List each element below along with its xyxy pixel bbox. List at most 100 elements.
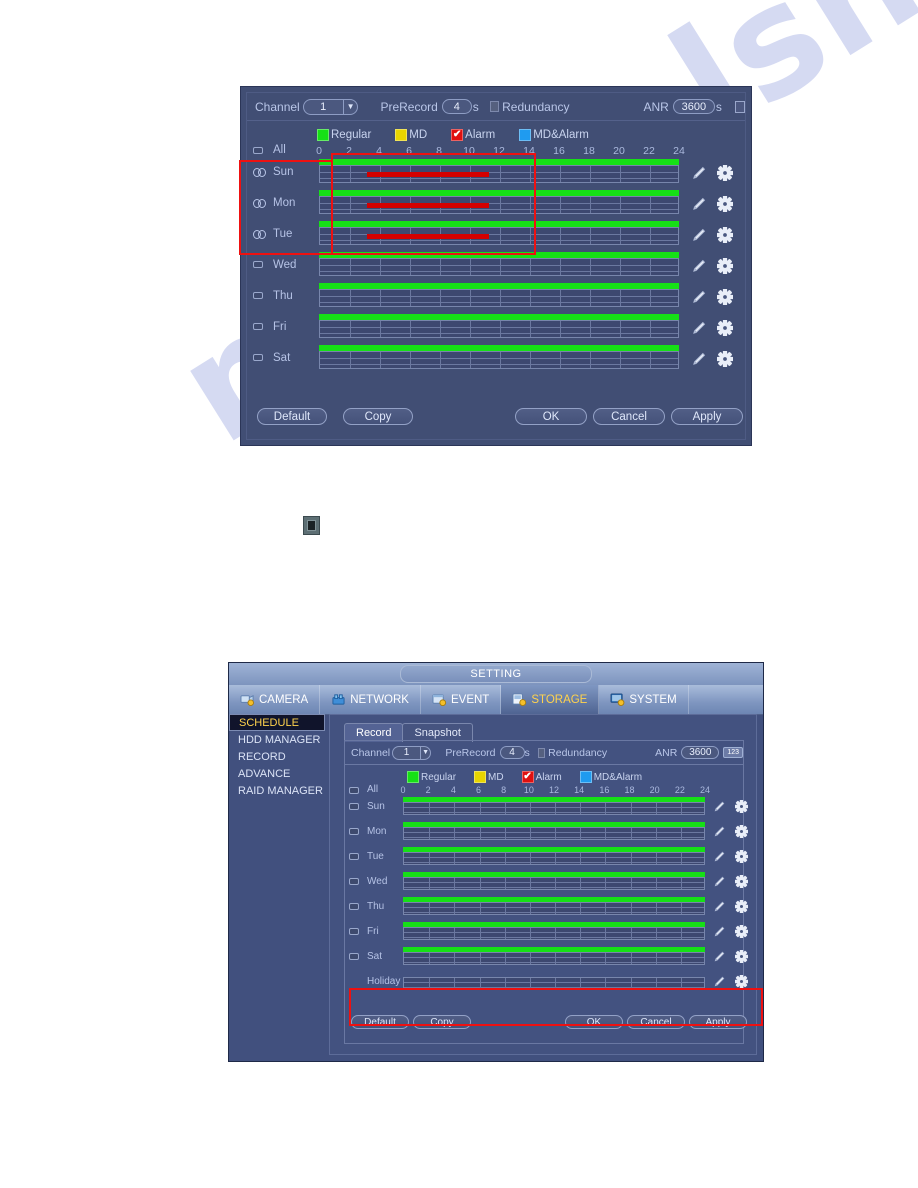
prerecord-input[interactable]: 4 [441, 99, 472, 114]
day-label: Wed [273, 259, 297, 271]
legend-item-md[interactable]: MD [395, 129, 427, 141]
legend-swatch-alarm-icon[interactable]: ✔ [521, 771, 534, 783]
redundancy-checkbox-2[interactable] [537, 747, 546, 758]
edit-pen-icon[interactable] [713, 876, 728, 891]
all-checkbox-icon[interactable] [253, 147, 263, 154]
edit-pen-icon[interactable] [691, 197, 706, 212]
legend-item-regular[interactable]: Regular [407, 771, 456, 783]
day-timeline-track[interactable] [319, 289, 679, 307]
legend-item-alarm[interactable]: ✔ Alarm [451, 129, 495, 141]
day-label: Fri [367, 925, 379, 937]
settings-gear-icon[interactable] [734, 799, 751, 816]
day-checkbox-icon[interactable] [253, 292, 263, 299]
edit-pen-icon[interactable] [691, 259, 706, 274]
edit-pen-icon[interactable] [713, 901, 728, 916]
legend-swatch-md-icon[interactable] [395, 129, 408, 141]
legend-swatch-regular-icon[interactable] [317, 129, 329, 141]
day-checkbox-icon[interactable] [349, 802, 359, 810]
day-timeline-track[interactable] [319, 258, 679, 276]
settings-gear-icon[interactable] [716, 257, 734, 275]
anr-keypad-icon[interactable]: 123 [723, 747, 743, 758]
edit-pen-icon[interactable] [691, 228, 706, 243]
settings-gear-icon[interactable] [716, 226, 734, 244]
edit-pen-icon[interactable] [691, 352, 706, 367]
day-timeline-track[interactable] [319, 351, 679, 369]
settings-gear-icon[interactable] [734, 924, 751, 941]
settings-gear-icon[interactable] [734, 824, 751, 841]
tab-event[interactable]: EVENT [421, 685, 502, 714]
legend-item-md[interactable]: MD [474, 771, 504, 783]
legend-item-regular[interactable]: Regular [317, 129, 371, 141]
day-timeline-track[interactable] [403, 877, 705, 890]
day-checkbox-icon[interactable] [349, 952, 359, 960]
edit-pen-icon[interactable] [713, 801, 728, 816]
legend-swatch-md-alarm-icon[interactable] [519, 129, 532, 141]
tab-camera[interactable]: CAMERA [229, 685, 321, 714]
settings-gear-icon[interactable] [734, 949, 751, 966]
tab-network[interactable]: NETWORK [320, 685, 421, 714]
legend-swatch-alarm-icon[interactable]: ✔ [451, 129, 464, 141]
regular-record-bar [403, 872, 705, 877]
edit-pen-icon[interactable] [691, 290, 706, 305]
axis-tick: 18 [624, 785, 635, 795]
settings-gear-icon[interactable] [734, 874, 751, 891]
edit-pen-icon[interactable] [691, 321, 706, 336]
settings-gear-icon[interactable] [716, 319, 734, 337]
sidebar-item-schedule[interactable]: SCHEDULE [229, 714, 325, 731]
grid-line-h [320, 333, 678, 334]
day-timeline-track[interactable] [403, 827, 705, 840]
settings-gear-icon[interactable] [734, 899, 751, 916]
day-timeline-track[interactable] [403, 852, 705, 865]
ok-button[interactable]: OK [515, 408, 587, 425]
edit-pen-icon[interactable] [713, 826, 728, 841]
edit-pen-icon[interactable] [713, 851, 728, 866]
day-timeline-track[interactable] [403, 902, 705, 915]
sidebar-item-record[interactable]: RECORD [229, 748, 329, 765]
channel-select[interactable]: 1 ▼ [302, 98, 359, 115]
legend-swatch-md-icon[interactable] [474, 771, 487, 783]
settings-gear-icon[interactable] [734, 849, 751, 866]
legend-item-alarm[interactable]: ✔ Alarm [521, 771, 562, 783]
channel-select-2[interactable]: 1 ▼ [392, 745, 432, 760]
sidebar-item-hdd-manager[interactable]: HDD MANAGER [229, 731, 329, 748]
edit-pen-icon[interactable] [691, 166, 706, 181]
day-timeline-track[interactable] [319, 320, 679, 338]
legend-swatch-md-alarm-icon[interactable] [579, 771, 592, 783]
sidebar-item-raid-manager[interactable]: RAID MANAGER [229, 782, 329, 799]
day-checkbox-icon[interactable] [253, 323, 263, 330]
all-checkbox-icon[interactable] [349, 787, 359, 794]
day-timeline-track[interactable] [403, 927, 705, 940]
day-checkbox-icon[interactable] [349, 927, 359, 935]
grid-line-v [560, 197, 561, 213]
prerecord-input-2[interactable]: 4 [499, 746, 525, 759]
sidebar-item-advance[interactable]: ADVANCE [229, 765, 329, 782]
settings-gear-icon[interactable] [716, 164, 734, 182]
copy-button[interactable]: Copy [343, 408, 413, 425]
day-checkbox-icon[interactable] [349, 852, 359, 860]
day-checkbox-icon[interactable] [349, 902, 359, 910]
default-button[interactable]: Default [257, 408, 327, 425]
legend-item-md-alarm[interactable]: MD&Alarm [519, 129, 589, 141]
settings-gear-icon[interactable] [716, 288, 734, 306]
edit-pen-icon[interactable] [713, 951, 728, 966]
day-timeline-track[interactable] [403, 802, 705, 815]
cancel-button[interactable]: Cancel [593, 408, 665, 425]
legend-swatch-regular-icon[interactable] [407, 771, 419, 783]
settings-gear-icon[interactable] [716, 350, 734, 368]
legend-item-md-alarm[interactable]: MD&Alarm [579, 771, 642, 783]
tab-system[interactable]: SYSTEM [599, 685, 689, 714]
settings-gear-icon[interactable] [716, 195, 734, 213]
day-checkbox-icon[interactable] [253, 354, 263, 361]
tab-storage[interactable]: STORAGE [501, 685, 600, 714]
anr-input[interactable]: 3600 [672, 99, 715, 114]
day-timeline-track[interactable] [403, 952, 705, 965]
day-checkbox-icon[interactable] [349, 877, 359, 885]
grid-line-v [500, 259, 501, 275]
anr-enable-checkbox[interactable] [734, 100, 745, 113]
day-checkbox-icon[interactable] [253, 261, 263, 268]
redundancy-checkbox[interactable] [489, 101, 500, 112]
anr-input-2[interactable]: 3600 [681, 746, 720, 759]
day-checkbox-icon[interactable] [349, 827, 359, 835]
edit-pen-icon[interactable] [713, 926, 728, 941]
apply-button[interactable]: Apply [671, 408, 743, 425]
